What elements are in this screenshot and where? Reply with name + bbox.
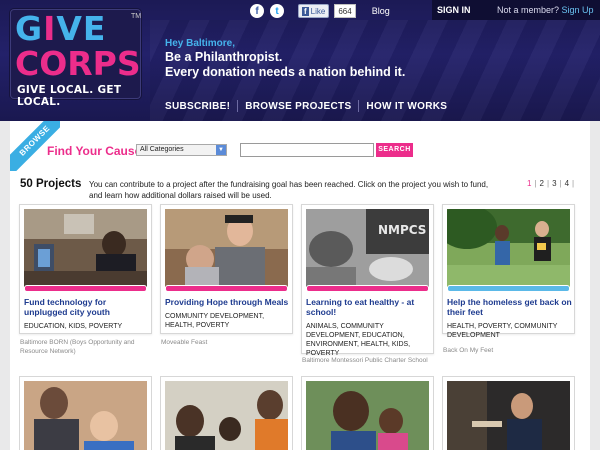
project-card[interactable] — [19, 376, 152, 450]
project-title[interactable]: Help the homeless get back on their feet — [447, 297, 573, 317]
projects-description: You can contribute to a project after th… — [89, 180, 489, 200]
project-tags: EDUCATION, KIDS, POVERTY — [24, 323, 123, 330]
like-label: Like — [310, 6, 326, 16]
nav-browse-projects[interactable]: BROWSE PROJECTS — [238, 101, 358, 112]
page-link[interactable]: 1 — [527, 179, 531, 188]
funding-progress-bar — [306, 285, 429, 292]
nav-how-it-works[interactable]: HOW IT WORKS — [359, 101, 454, 112]
blog-link[interactable]: Blog — [372, 6, 390, 16]
project-title[interactable]: Providing Hope through Meals — [165, 297, 291, 307]
pagination: 1 | 2 | 3 | 4 | — [527, 179, 574, 188]
page-link[interactable]: 3 — [552, 179, 556, 188]
hero-line-2: Every donation needs a nation behind it. — [165, 65, 406, 79]
project-photo[interactable] — [24, 209, 147, 287]
category-selected-value: All Categories — [140, 146, 184, 153]
project-photo[interactable] — [24, 381, 147, 450]
find-cause-label: Find Your Cause! — [47, 144, 146, 158]
project-photo[interactable]: NMPCS — [306, 209, 429, 287]
project-photo[interactable] — [447, 209, 570, 287]
search-input[interactable] — [240, 143, 374, 157]
givecorps-logo[interactable]: GIVE CORPS TM GIVE LOCAL. GET LOCAL. — [10, 9, 142, 108]
logo-trademark: TM — [131, 13, 142, 20]
project-card[interactable] — [301, 376, 434, 450]
project-card[interactable] — [160, 376, 293, 450]
main-nav: SUBSCRIBE! BROWSE PROJECTS HOW IT WORKS — [165, 100, 454, 112]
logo-tagline: GIVE LOCAL. GET LOCAL. — [17, 84, 122, 108]
hero-headline: Be a Philanthropist. Every donation need… — [165, 50, 405, 80]
project-tags: HEALTH, POVERTY, COMMUNITY DEVELOPMENT — [447, 323, 558, 339]
project-tags: COMMUNITY DEVELOPMENT, HEALTH, POVERTY — [165, 313, 265, 329]
project-card[interactable]: Providing Hope through Meals COMMUNITY D… — [160, 204, 293, 334]
project-card[interactable]: Fund technology for unplugged city youth… — [19, 204, 152, 334]
project-card[interactable]: NMPCS Learning to eat healthy - at schoo… — [301, 204, 434, 357]
project-title[interactable]: Learning to eat healthy - at school! — [306, 297, 432, 317]
funding-progress-bar — [165, 285, 288, 292]
page-link[interactable]: 4 — [565, 179, 569, 188]
project-card[interactable]: Help the homeless get back on their feet… — [442, 204, 575, 339]
member-prompt: Not a member? Sign Up — [497, 5, 594, 15]
funding-progress-bar — [447, 285, 570, 292]
nav-subscribe[interactable]: SUBSCRIBE! — [165, 101, 237, 112]
like-count: 664 — [334, 4, 356, 18]
page-separator: | — [546, 179, 550, 188]
sign-up-link[interactable]: Sign Up — [562, 5, 594, 15]
search-button[interactable]: SEARCH — [376, 143, 413, 157]
project-photo[interactable] — [165, 381, 288, 450]
logo-corps-text: CORPS — [15, 44, 141, 83]
hero-line-1: Be a Philanthropist. — [165, 50, 283, 64]
chevron-down-icon: ▼ — [216, 145, 226, 155]
project-tags: ANIMALS, COMMUNITY DEVELOPMENT, EDUCATIO… — [306, 323, 411, 357]
project-org[interactable]: Moveable Feast — [161, 338, 291, 347]
greeting: Hey Baltimore, — [165, 38, 236, 49]
project-org[interactable]: Back On My Feet — [443, 346, 573, 355]
category-select[interactable]: All Categories ▼ — [136, 144, 227, 156]
twitter-icon[interactable]: t — [270, 4, 284, 18]
photo-shirt-text: NMPCS — [378, 223, 426, 237]
logo-give-text: GIVE — [15, 9, 107, 48]
project-title[interactable]: Fund technology for unplugged city youth — [24, 297, 150, 317]
project-org[interactable]: Baltimore BORN (Boys Opportunity and Res… — [20, 338, 150, 356]
facebook-like-button[interactable]: f Like — [298, 4, 330, 18]
funding-progress-bar — [24, 285, 147, 292]
social-bar: f t f Like 664 Blog — [250, 3, 390, 19]
page-link[interactable]: 2 — [540, 179, 544, 188]
project-photo[interactable] — [306, 381, 429, 450]
page-separator: | — [534, 179, 537, 188]
page-separator: | — [572, 179, 575, 188]
sign-in-link[interactable]: SIGN IN — [437, 5, 471, 15]
facebook-icon[interactable]: f — [250, 4, 264, 18]
project-card[interactable] — [442, 376, 575, 450]
project-org[interactable]: Baltimore Montessori Public Charter Scho… — [302, 356, 437, 365]
page-separator: | — [559, 179, 562, 188]
project-count: 50 Projects — [20, 178, 82, 190]
project-photo[interactable] — [165, 209, 288, 287]
project-photo[interactable] — [447, 381, 570, 450]
facebook-logo-icon: f — [302, 6, 309, 16]
